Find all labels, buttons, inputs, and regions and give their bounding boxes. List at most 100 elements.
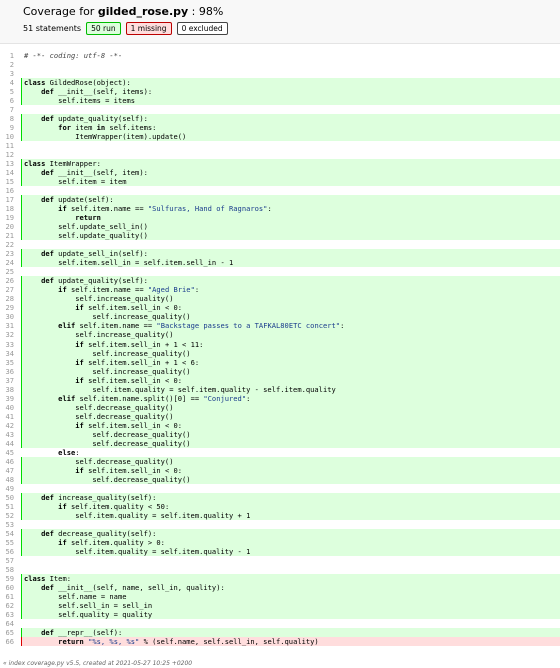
line-number-link[interactable]: 32 bbox=[0, 330, 14, 339]
line-number-link[interactable]: 4 bbox=[0, 78, 14, 87]
line-number-link[interactable]: 27 bbox=[0, 285, 14, 294]
line-number-link[interactable]: 8 bbox=[0, 114, 14, 123]
run-toggle-button[interactable]: 50 run bbox=[86, 22, 121, 35]
line-number-link[interactable]: 31 bbox=[0, 321, 14, 330]
line-number-link[interactable]: 18 bbox=[0, 204, 14, 213]
line-number-link[interactable]: 25 bbox=[0, 267, 14, 276]
line-number-link[interactable]: 58 bbox=[0, 565, 14, 574]
line-number-link[interactable]: 64 bbox=[0, 619, 14, 628]
line-number-link[interactable]: 30 bbox=[0, 312, 14, 321]
code-keyword: class bbox=[24, 78, 46, 88]
line-number-link[interactable]: 22 bbox=[0, 240, 14, 249]
line-number-link[interactable]: 19 bbox=[0, 213, 14, 222]
line-number-link[interactable]: 59 bbox=[0, 574, 14, 583]
code-string: "%s, %s, %s" bbox=[88, 637, 140, 647]
line-code: def update_quality(self): bbox=[21, 114, 560, 124]
line-number-link[interactable]: 23 bbox=[0, 249, 14, 258]
line-number-link[interactable]: 39 bbox=[0, 394, 14, 403]
line-number-link[interactable]: 36 bbox=[0, 367, 14, 376]
line-number-link[interactable]: 26 bbox=[0, 276, 14, 285]
line-number-link[interactable]: 11 bbox=[0, 141, 14, 150]
code-text: self.decrease_quality() bbox=[24, 456, 174, 466]
line-number-link[interactable]: 2 bbox=[0, 60, 14, 69]
code-text: self.item.sell_in < 0: bbox=[83, 375, 183, 385]
line-number-link[interactable]: 20 bbox=[0, 222, 14, 231]
line-number-link[interactable]: 15 bbox=[0, 177, 14, 186]
line-code: self.decrease_quality() bbox=[21, 402, 560, 412]
line-number-link[interactable]: 50 bbox=[0, 493, 14, 502]
line-number-link[interactable]: 1 bbox=[0, 51, 14, 60]
line-number-link[interactable]: 65 bbox=[0, 628, 14, 637]
stats-bar: 51 statements 50 run 1 missing 0 exclude… bbox=[23, 22, 228, 35]
title-separator: : bbox=[188, 5, 199, 18]
code-text: GildedRose(object): bbox=[45, 78, 131, 88]
line-code: def update_quality(self): bbox=[21, 276, 560, 286]
code-text: self.item.quality = self.item.quality - … bbox=[24, 384, 336, 394]
line-number-link[interactable]: 37 bbox=[0, 376, 14, 385]
source-line: 30 self.increase_quality() bbox=[0, 312, 560, 322]
line-code: if self.item.quality > 0: bbox=[21, 537, 560, 547]
line-number-link[interactable]: 6 bbox=[0, 96, 14, 105]
code-text: self.item.quality > 0: bbox=[66, 537, 165, 547]
line-number-link[interactable]: 57 bbox=[0, 556, 14, 565]
line-number-link[interactable]: 16 bbox=[0, 186, 14, 195]
line-code: else: bbox=[21, 448, 560, 457]
line-number-link[interactable]: 61 bbox=[0, 592, 14, 601]
line-number-link[interactable]: 38 bbox=[0, 385, 14, 394]
line-number-link[interactable]: 66 bbox=[0, 637, 14, 646]
line-number-link[interactable]: 49 bbox=[0, 484, 14, 493]
line-number-link[interactable]: 51 bbox=[0, 502, 14, 511]
line-number-link[interactable]: 41 bbox=[0, 412, 14, 421]
line-code: self.item.quality = self.item.quality - … bbox=[21, 384, 560, 394]
code-keyword: if bbox=[75, 420, 84, 430]
line-number-link[interactable]: 12 bbox=[0, 150, 14, 159]
line-number-link[interactable]: 3 bbox=[0, 69, 14, 78]
line-number-link[interactable]: 7 bbox=[0, 105, 14, 114]
line-number-link[interactable]: 54 bbox=[0, 529, 14, 538]
line-number-link[interactable]: 46 bbox=[0, 457, 14, 466]
line-number-link[interactable]: 43 bbox=[0, 430, 14, 439]
line-number-link[interactable]: 40 bbox=[0, 403, 14, 412]
line-number-link[interactable]: 60 bbox=[0, 583, 14, 592]
line-number-link[interactable]: 13 bbox=[0, 159, 14, 168]
line-number-link[interactable]: 29 bbox=[0, 303, 14, 312]
line-number-link[interactable]: 35 bbox=[0, 358, 14, 367]
line-number-link[interactable]: 63 bbox=[0, 610, 14, 619]
index-link[interactable]: « index bbox=[3, 660, 25, 667]
line-number-link[interactable]: 55 bbox=[0, 538, 14, 547]
line-number-link[interactable]: 9 bbox=[0, 123, 14, 132]
line-number-link[interactable]: 14 bbox=[0, 168, 14, 177]
line-number-link[interactable]: 56 bbox=[0, 547, 14, 556]
line-number-link[interactable]: 34 bbox=[0, 349, 14, 358]
line-number-link[interactable]: 10 bbox=[0, 132, 14, 141]
line-number-link[interactable]: 53 bbox=[0, 520, 14, 529]
line-number-link[interactable]: 21 bbox=[0, 231, 14, 240]
line-number-link[interactable]: 45 bbox=[0, 448, 14, 457]
line-number-link[interactable]: 33 bbox=[0, 340, 14, 349]
line-number-link[interactable]: 47 bbox=[0, 466, 14, 475]
line-number-link[interactable]: 28 bbox=[0, 294, 14, 303]
line-code: elif self.item.name == "Backstage passes… bbox=[21, 321, 560, 331]
code-text: self.item.sell_in + 1 < 11: bbox=[83, 339, 204, 349]
source-line: 35 if self.item.sell_in + 1 < 6: bbox=[0, 357, 560, 367]
line-number-link[interactable]: 24 bbox=[0, 258, 14, 267]
line-number-link[interactable]: 52 bbox=[0, 511, 14, 520]
excluded-toggle-button[interactable]: 0 excluded bbox=[176, 22, 228, 35]
line-code: return bbox=[21, 213, 560, 223]
line-number-link[interactable]: 17 bbox=[0, 195, 14, 204]
line-number-link[interactable]: 48 bbox=[0, 475, 14, 484]
line-code: if self.item.quality < 50: bbox=[21, 501, 560, 511]
line-number-link[interactable]: 62 bbox=[0, 601, 14, 610]
missing-toggle-button[interactable]: 1 missing bbox=[125, 22, 172, 35]
line-number-link[interactable]: 42 bbox=[0, 421, 14, 430]
line-number-link[interactable]: 5 bbox=[0, 87, 14, 96]
source-line: 66 return "%s, %s, %s" % (self.name, sel… bbox=[0, 637, 560, 647]
source-line: 31 elif self.item.name == "Backstage pas… bbox=[0, 321, 560, 331]
line-number-link[interactable]: 44 bbox=[0, 439, 14, 448]
